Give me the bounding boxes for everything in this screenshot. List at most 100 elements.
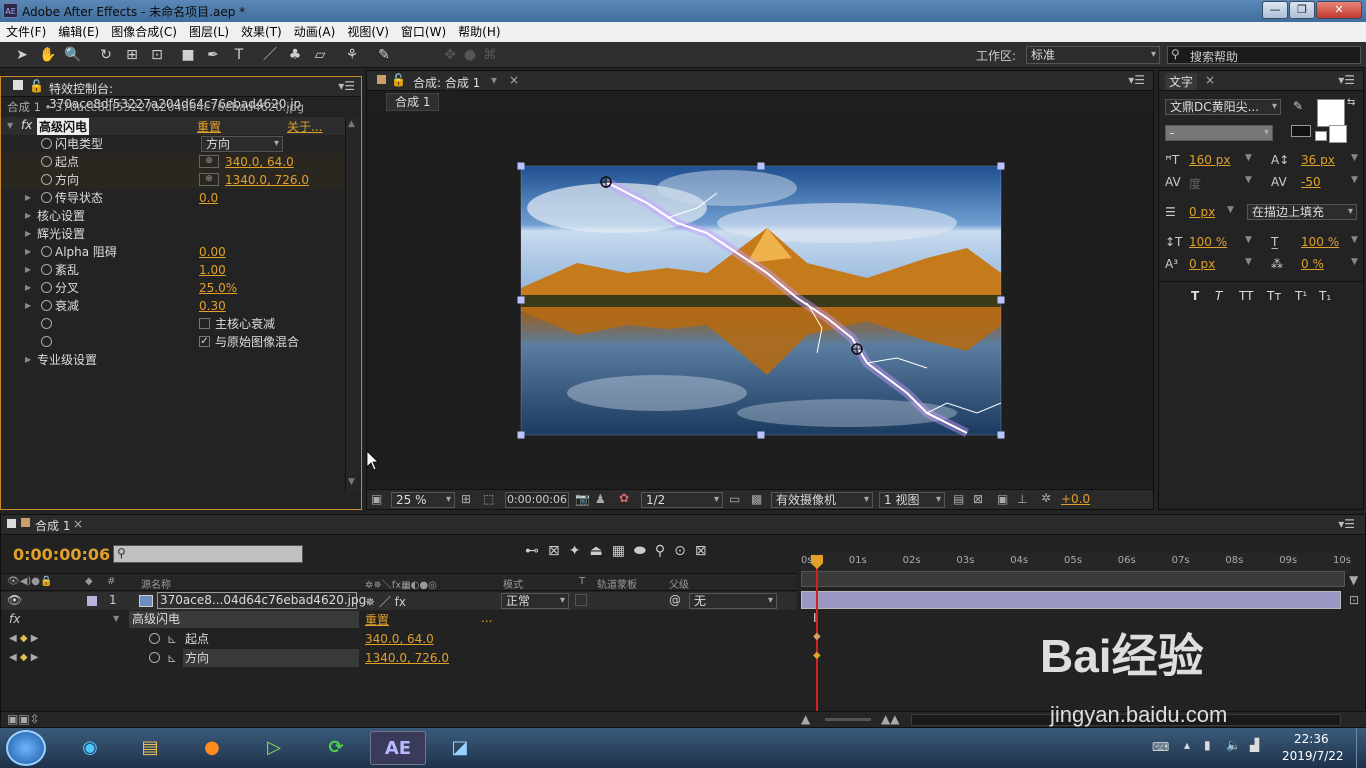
fx-icon[interactable]: fx bbox=[21, 118, 32, 132]
layer-name[interactable]: 370ace8...04d64c76ebad4620.jpg bbox=[157, 592, 366, 609]
stopwatch-icon[interactable] bbox=[41, 318, 52, 329]
panel-menu-icon[interactable]: ▾☰ bbox=[338, 79, 355, 93]
layer-row[interactable]: 👁 1 370ace8...04d64c76ebad4620.jpg ✵ ／ f… bbox=[1, 592, 797, 610]
keyframe-direction[interactable]: ◆ bbox=[813, 650, 821, 661]
comp-tab[interactable]: 合成: 合成 1 bbox=[413, 74, 480, 91]
timeline-switch-icons[interactable]: ⊷⊠✦⏏▦⬬⚲⊙⊠ bbox=[525, 543, 716, 559]
prop-value[interactable]: 25.0% bbox=[199, 279, 237, 297]
effect-prop-row[interactable]: ▶ 核心设置 bbox=[1, 207, 345, 225]
tracking-dd-icon[interactable]: ▼ bbox=[1351, 175, 1358, 185]
comp-timecode[interactable]: 0:00:00:06 bbox=[505, 492, 569, 508]
baseline-dd-icon[interactable]: ▼ bbox=[1245, 257, 1252, 267]
puppet-pin-tool-icon[interactable]: ✎ bbox=[374, 45, 394, 65]
timeline-prop-value[interactable]: 1340.0, 726.0 bbox=[365, 649, 449, 667]
effect-prop-row[interactable]: ▶ 分叉 25.0% bbox=[1, 279, 345, 297]
power-tray-icon[interactable]: ▮ bbox=[1204, 738, 1211, 752]
snapshot-camera-icon[interactable]: 📷 bbox=[575, 492, 590, 506]
keyframe-origin[interactable]: ◆ bbox=[813, 631, 821, 642]
show-hidden-icons[interactable]: ▴ bbox=[1184, 738, 1190, 752]
kerning-dd-icon[interactable]: ▼ bbox=[1245, 175, 1252, 185]
eraser-tool-icon[interactable]: ▱ bbox=[310, 45, 330, 65]
close-button[interactable]: ✕ bbox=[1316, 1, 1362, 19]
keyframe-nav-icon[interactable]: ◀ ◆ ▶ bbox=[9, 630, 38, 648]
fill-color-swatch[interactable] bbox=[1317, 99, 1345, 127]
stopwatch-icon[interactable] bbox=[41, 156, 52, 167]
stopwatch-icon[interactable] bbox=[41, 336, 52, 347]
leading-dd-icon[interactable]: ▼ bbox=[1351, 153, 1358, 163]
prop-expand-icon[interactable]: ▶ bbox=[25, 207, 35, 225]
stopwatch-icon[interactable] bbox=[41, 192, 52, 203]
timeline-zoom-slider[interactable] bbox=[825, 718, 871, 721]
work-area-bar[interactable] bbox=[801, 571, 1345, 587]
point-crosshair-icon[interactable]: ⊕ bbox=[199, 173, 219, 186]
effect-prop-row[interactable]: ▶ 专业级设置 bbox=[1, 351, 345, 369]
effect-prop-row[interactable]: 起点 ⊕ 340.0, 64.0 bbox=[1, 153, 345, 171]
time-ruler[interactable]: 0s 01s 02s 03s 04s 05s 06s 07s 08s 09s 10s bbox=[801, 553, 1351, 573]
prop-value[interactable]: 1340.0, 726.0 bbox=[225, 171, 309, 189]
tab-close-icon[interactable]: × bbox=[509, 73, 519, 87]
layer-switch-icons[interactable]: ✵ ／ fx bbox=[365, 593, 406, 610]
stopwatch-icon[interactable] bbox=[41, 138, 52, 149]
zoom-tool-icon[interactable]: 🔍 bbox=[63, 45, 83, 65]
menu-window[interactable]: 窗口(W) bbox=[395, 22, 452, 42]
tab-dropdown-icon[interactable]: ▾ bbox=[491, 73, 497, 87]
parent-dropdown[interactable]: 无 bbox=[689, 593, 777, 609]
timeline-tab-close-icon[interactable]: × bbox=[73, 517, 83, 531]
comp-panel-menu-icon[interactable]: ▾☰ bbox=[1128, 73, 1145, 87]
menu-effect[interactable]: 效果(T) bbox=[235, 22, 288, 42]
effect-about-link[interactable]: 关于... bbox=[287, 118, 322, 135]
clock-time[interactable]: 22:36 bbox=[1294, 732, 1329, 746]
layer-duration-bar[interactable] bbox=[801, 591, 1341, 609]
volume-tray-icon[interactable]: 🔈 bbox=[1226, 738, 1241, 752]
timeline-prop-row[interactable]: ◀ ◆ ▶ ⊾ 起点 340.0, 64.0 bbox=[1, 630, 797, 648]
t-header[interactable]: T bbox=[579, 576, 585, 587]
clock-date[interactable]: 2019/7/22 bbox=[1282, 749, 1344, 763]
effect-prop-row[interactable]: ▶ 紊乱 1.00 bbox=[1, 261, 345, 279]
prop-expand-icon[interactable]: ▶ bbox=[25, 189, 35, 207]
pen-tool-icon[interactable]: ✒ bbox=[203, 45, 223, 65]
timeline-tab[interactable]: 合成 1 bbox=[35, 517, 70, 534]
clone-stamp-tool-icon[interactable]: ♣ bbox=[285, 45, 305, 65]
show-desktop-button[interactable] bbox=[1356, 728, 1366, 768]
lightning-type-dropdown[interactable]: 方向 bbox=[201, 136, 283, 152]
prop-expand-icon[interactable]: ▶ bbox=[25, 351, 35, 369]
scroll-up-icon[interactable]: ▲ bbox=[348, 119, 355, 129]
font-family-dropdown[interactable]: 文鼎DC黄阳尖... bbox=[1165, 99, 1281, 115]
char-tab[interactable]: 文字 bbox=[1165, 73, 1198, 90]
timeline-nav-end-icon[interactable]: ▼ bbox=[1349, 573, 1358, 587]
comp-breadcrumb[interactable]: 合成 1 bbox=[386, 93, 440, 111]
faux-italic-button[interactable]: T bbox=[1215, 289, 1222, 303]
prop-value[interactable]: 0.30 bbox=[199, 297, 226, 315]
timeline-effect-more[interactable]: ... bbox=[481, 611, 492, 625]
fast-previews-icon[interactable]: ▭ bbox=[729, 492, 740, 506]
prop-value[interactable]: 340.0, 64.0 bbox=[225, 153, 294, 171]
flowchart-icon[interactable]: ⊥ bbox=[1017, 492, 1027, 506]
exposure-icon[interactable]: ✲ bbox=[1041, 491, 1051, 505]
timeline-prop-name[interactable]: 方向 bbox=[183, 649, 359, 667]
prop-checkbox[interactable]: ✓ bbox=[199, 336, 210, 347]
firefox-icon[interactable]: ● bbox=[184, 731, 240, 765]
source-name-header[interactable]: 源名称 bbox=[141, 576, 171, 591]
timeline-effect-reset[interactable]: 重置 bbox=[365, 611, 389, 628]
zoom-dropdown[interactable]: 25 % bbox=[391, 492, 455, 508]
effects-scrollbar[interactable]: ▲ ▼ bbox=[345, 117, 359, 491]
eyedropper-icon[interactable]: ✎ bbox=[1293, 99, 1303, 113]
trkmat-header[interactable]: 轨道蒙板 bbox=[597, 576, 637, 591]
channel-rgb-icon[interactable]: ✿ bbox=[619, 491, 629, 505]
timeline-effect-row[interactable]: fx ▼ 高级闪电 重置 ... bbox=[1, 611, 797, 629]
hscale-dd-icon[interactable]: ▼ bbox=[1351, 235, 1358, 245]
network-tray-icon[interactable]: ▟ bbox=[1250, 738, 1259, 752]
stroke-color-swatch[interactable] bbox=[1291, 125, 1311, 137]
mode-header[interactable]: 模式 bbox=[503, 576, 523, 591]
always-preview-icon[interactable]: ▣ bbox=[371, 492, 382, 506]
point-crosshair-icon[interactable]: ⊕ bbox=[199, 155, 219, 168]
effect-reset-link[interactable]: 重置 bbox=[197, 118, 221, 135]
menu-composition[interactable]: 图像合成(C) bbox=[105, 22, 183, 42]
stopwatch-icon[interactable] bbox=[149, 633, 160, 644]
keyboard-tray-icon[interactable]: ⌨ bbox=[1152, 740, 1169, 754]
scroll-down-icon[interactable]: ▼ bbox=[348, 477, 355, 487]
stopwatch-icon[interactable] bbox=[149, 652, 160, 663]
stroke-mode-dropdown[interactable]: 在描边上填充 bbox=[1247, 204, 1357, 220]
notepad-icon[interactable]: ◪ bbox=[432, 731, 488, 765]
blend-mode-dropdown[interactable]: 正常 bbox=[501, 593, 569, 609]
